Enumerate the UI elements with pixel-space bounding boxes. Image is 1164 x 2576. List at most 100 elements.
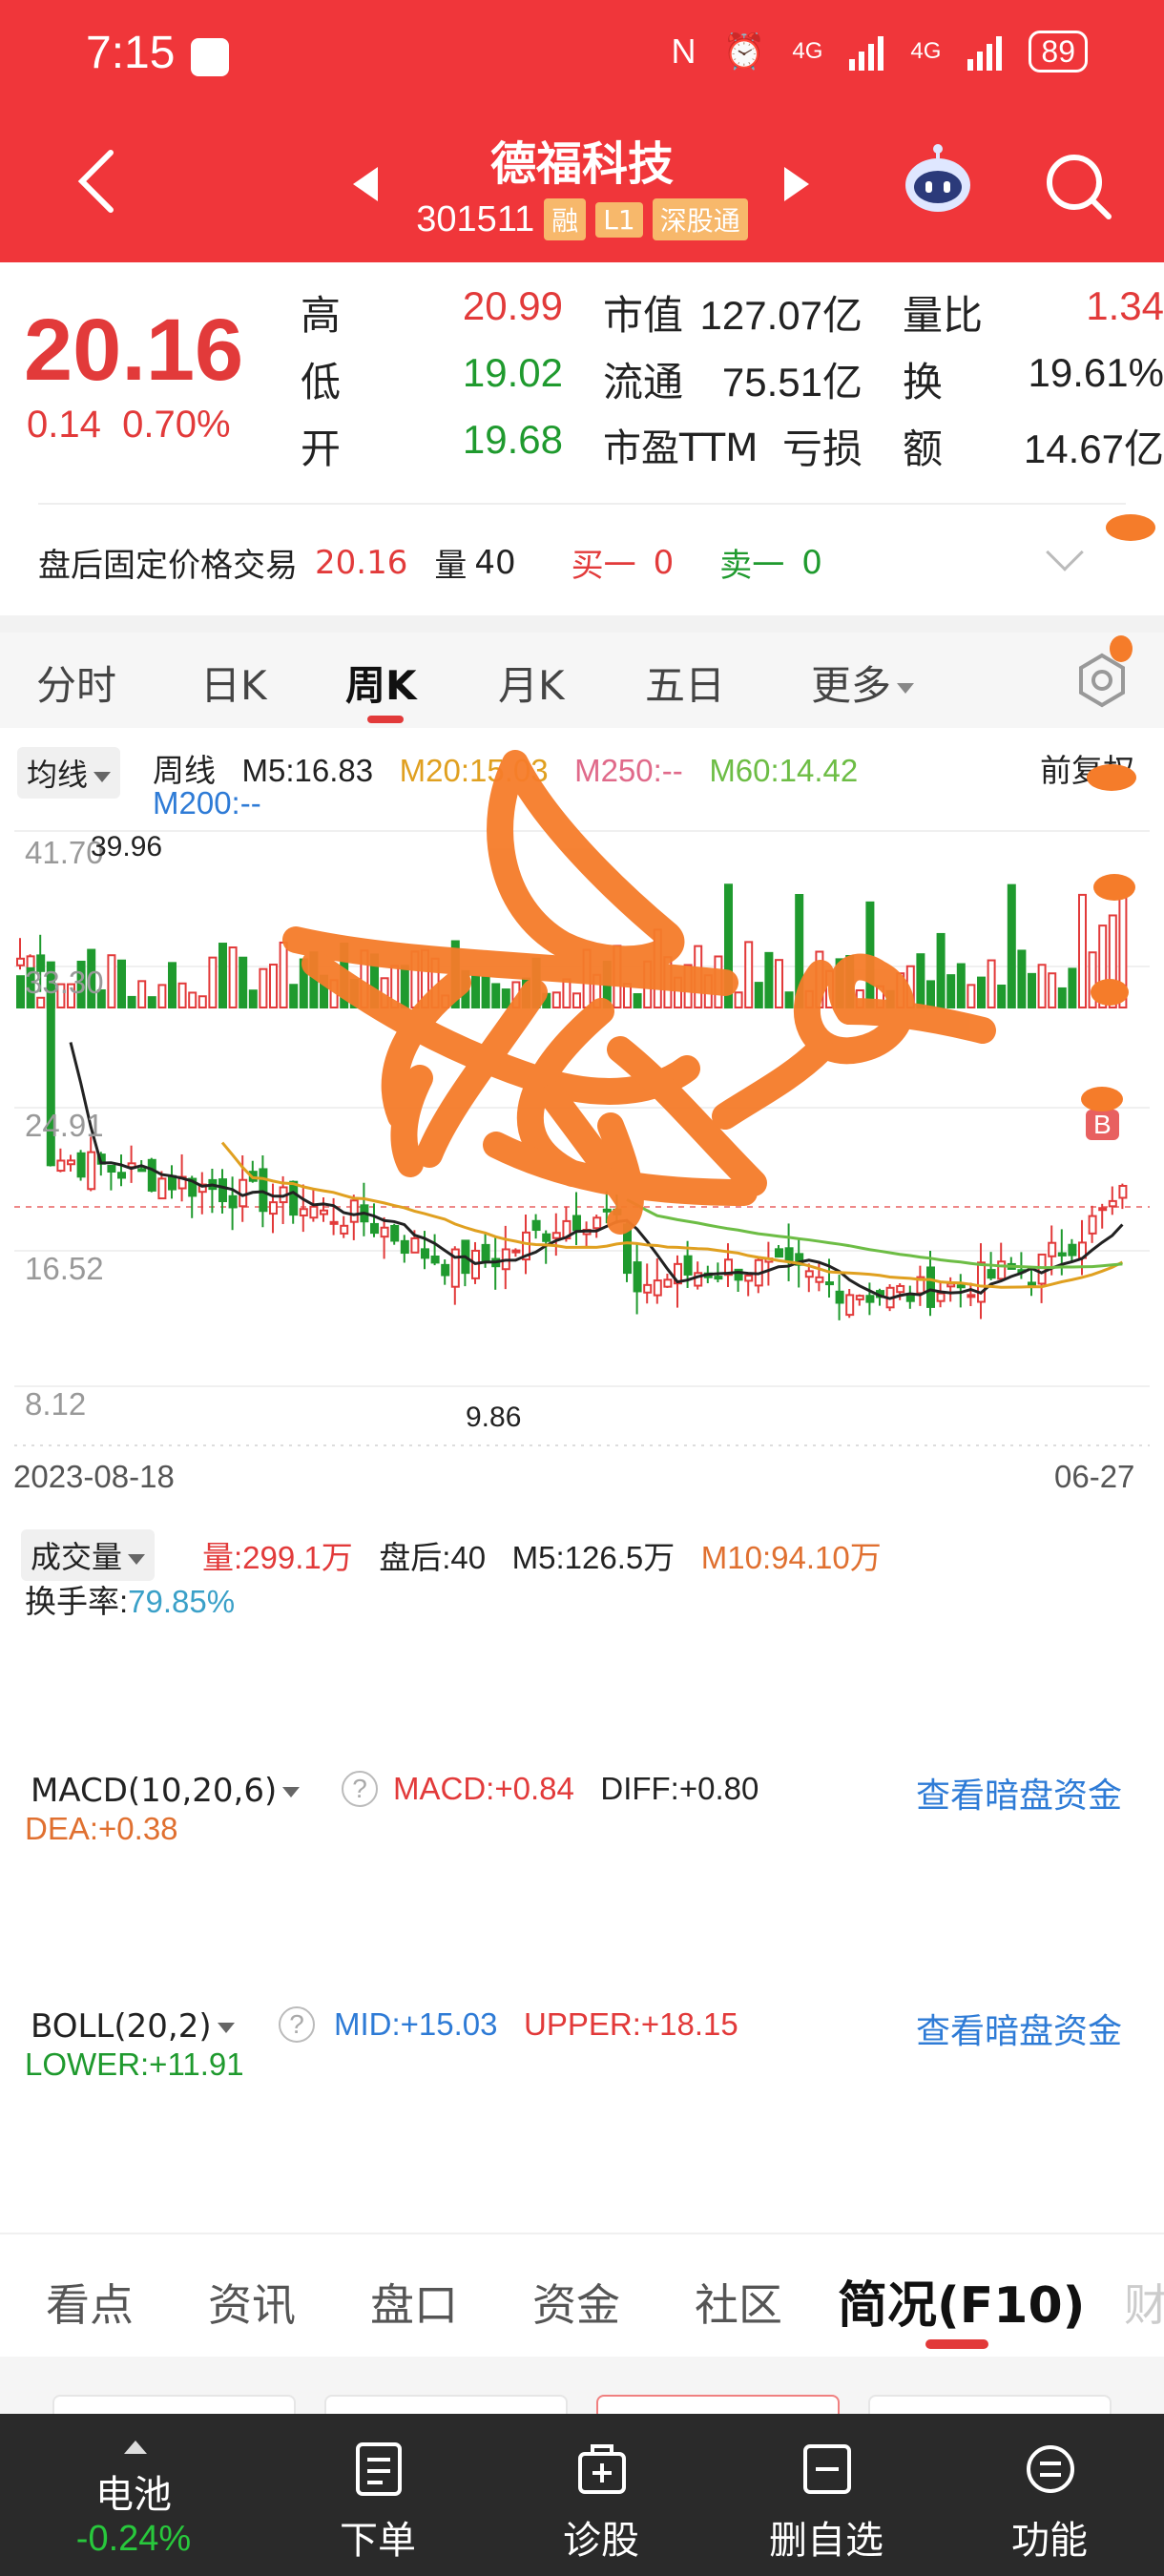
volume-bar (694, 945, 703, 1009)
tab-intraday[interactable]: 分时 (36, 654, 116, 712)
dark-pool-link[interactable]: 查看暗盘资金 (916, 1768, 1122, 1818)
tab-funds[interactable]: 资金 (532, 2271, 620, 2334)
volume-bar (724, 883, 733, 1008)
volume-select[interactable]: 成交量 (21, 1529, 156, 1581)
kline-tabs: 分时 日K 周K 月K 五日 更多 (0, 633, 1164, 728)
candle-body (349, 1199, 359, 1223)
y-label: 16.52 (25, 1251, 104, 1286)
status-bar: 7:15 N ⏰ 4G 4G 89 (0, 0, 1164, 114)
value-high: 20.99 (462, 283, 563, 328)
volume-bar (390, 965, 400, 1008)
place-order-button[interactable]: 下单 (282, 2414, 473, 2576)
legend-mid: MID:+15.03 (334, 2006, 498, 2042)
macd-select[interactable]: MACD(10,20,6) (21, 1768, 310, 1814)
candle-body (936, 1292, 946, 1302)
tab-community[interactable]: 社区 (695, 2271, 782, 2334)
candle-body (967, 1294, 976, 1298)
value-volratio: 1.34 (1086, 283, 1164, 328)
change-percent: 0.70% (122, 404, 231, 446)
candle-body (855, 1295, 864, 1300)
candle-body (441, 1263, 450, 1277)
turnover-value: 79.85% (128, 1584, 236, 1619)
label-turnover: 换 (903, 359, 944, 405)
candle-body (329, 1220, 339, 1225)
candle-body (987, 1269, 996, 1279)
legend-vol-m5: M5:126.5万 (511, 1540, 676, 1575)
functions-button[interactable]: 功能 (954, 2414, 1145, 2576)
candle-body (390, 1224, 400, 1242)
diagnose-button[interactable]: 诊股 (506, 2414, 696, 2576)
tab-more[interactable]: 更多 (811, 654, 915, 712)
tab-five-day[interactable]: 五日 (645, 654, 725, 712)
tab-f10[interactable]: 简况(F10) (838, 2265, 1085, 2337)
candle-body (157, 1177, 167, 1200)
volume-bar (977, 976, 986, 1009)
legend-vol: 量:299.1万 (202, 1540, 353, 1575)
tab-finance[interactable]: 财 (1124, 2271, 1164, 2334)
volume-bar (997, 984, 1007, 1008)
help-icon[interactable]: ? (342, 1771, 378, 1807)
nfc-icon: N (671, 31, 696, 71)
volume-bar (683, 964, 693, 1008)
candle-body (218, 1178, 227, 1203)
volume-bar (157, 984, 167, 1008)
candle-body (16, 957, 25, 966)
stock-code: 301511 (416, 198, 535, 239)
legend-dea: DEA:+0.38 (25, 1811, 178, 1846)
volume-bar (461, 969, 470, 1009)
search-icon[interactable] (1040, 148, 1116, 224)
volume-bar (441, 994, 450, 1008)
volume-bar (876, 985, 884, 1009)
buy-marker: B (1086, 1110, 1119, 1140)
section-gap (0, 615, 1164, 633)
candle-body (511, 1249, 521, 1254)
candle-body (340, 1224, 349, 1235)
tab-orderbook[interactable]: 盘口 (370, 2271, 458, 2334)
candle-body (117, 1172, 126, 1179)
remove-icon (803, 2444, 851, 2494)
caret-down-icon (217, 2023, 235, 2033)
volume-bar (784, 991, 794, 1009)
tab-weekly-k[interactable]: 周K (345, 654, 417, 712)
candle-body (410, 1236, 420, 1254)
candle-body (956, 1284, 966, 1289)
next-stock-arrow-icon[interactable] (784, 167, 809, 201)
tab-daily-k[interactable]: 日K (200, 654, 267, 712)
volume-bar (967, 984, 976, 1009)
candle-body (865, 1295, 875, 1303)
change-value: 0.14 (27, 404, 101, 446)
value-mktcap: 127.07亿 (699, 293, 863, 338)
price-change: 0.14 0.70% (27, 404, 231, 447)
boll-select[interactable]: BOLL(20,2) (21, 2004, 244, 2049)
caret-down-icon (128, 1553, 146, 1565)
volume-bar (329, 979, 339, 1008)
volume-bar (410, 950, 420, 1008)
help-icon[interactable]: ? (279, 2006, 315, 2043)
volume-bar (360, 949, 369, 1008)
y-label: 8.12 (25, 1386, 87, 1422)
volume-bar (855, 988, 864, 1008)
tab-news[interactable]: 资讯 (208, 2271, 296, 2334)
candle-body (1088, 1215, 1097, 1235)
volume-bar (259, 967, 268, 1008)
gear-icon[interactable] (1073, 652, 1131, 709)
signal-icon (849, 32, 884, 71)
volume-bar (501, 988, 510, 1008)
legend-afterhours: 盘后:40 (379, 1540, 487, 1575)
remove-label: 删自选 (769, 2519, 883, 2563)
tab-highlights[interactable]: 看点 (46, 2271, 134, 2334)
chevron-down-icon[interactable] (1046, 533, 1084, 571)
battery-sector-item[interactable]: 电池 -0.24% (38, 2414, 229, 2576)
volume-bar (775, 959, 783, 1009)
dark-pool-link[interactable]: 查看暗盘资金 (916, 2004, 1122, 2053)
volume-bar (602, 961, 612, 1009)
afterhours-trade-row[interactable]: 盘后固定价格交易 20.16 量 40 买一 0 卖一 0 (38, 539, 822, 586)
battery-indicator: 89 (1029, 31, 1088, 73)
remove-watchlist-button[interactable]: 删自选 (731, 2414, 922, 2576)
kline-chart-area[interactable]: 均线 周线 M5:16.83 M20:15.03 M250:-- M60:14.… (0, 728, 1164, 1510)
tab-monthly-k[interactable]: 月K (498, 654, 565, 712)
robot-assistant-icon[interactable] (899, 143, 977, 219)
volume-select-label: 成交量 (31, 1539, 123, 1575)
afterhours-label: 盘后固定价格交易 (38, 547, 298, 585)
volume-bar (279, 941, 288, 1009)
